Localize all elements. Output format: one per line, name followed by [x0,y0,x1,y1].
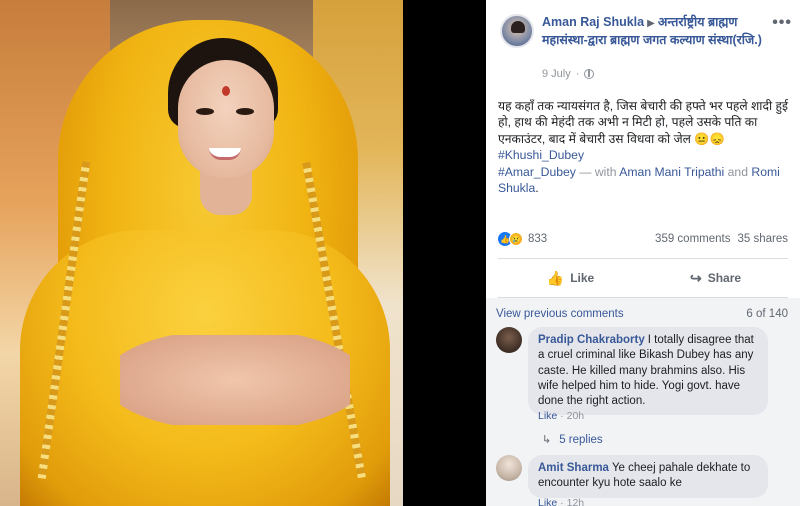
photo-eye [196,108,214,115]
replies-label: 5 replies [559,433,603,446]
lightbox-gap [403,0,486,506]
comment-like-link[interactable]: Like [538,497,557,506]
post-photo[interactable] [0,0,403,506]
comment-bubble: Amit Sharma Ye cheej pahale dekhate to en… [528,455,768,498]
photo-tilak [222,86,230,96]
separator: · [557,410,567,422]
comment-time[interactable]: 12h [567,497,585,506]
photo-eye [236,108,254,115]
comment-like-link[interactable]: Like [538,410,557,422]
commenter-name[interactable]: Pradip Chakraborty [538,334,645,346]
view-replies-link[interactable]: ↳ 5 replies [542,433,603,447]
commenter-avatar[interactable] [496,327,522,353]
separator: · [557,497,567,506]
view-previous-comments-link[interactable]: View previous comments [496,308,624,320]
comments-section: View previous comments 6 of 140 Pradip C… [486,0,800,506]
comment-bubble: Pradip Chakraborty I totally disagree tha… [528,327,768,416]
commenter-name[interactable]: Amit Sharma [538,462,609,474]
comment-meta: Like · 12h [538,497,584,506]
comment-time[interactable]: 20h [567,410,585,422]
comment-meta: Like · 20h [538,410,584,422]
photo-hands [120,335,350,425]
comment-count: 6 of 140 [746,308,788,320]
commenter-avatar[interactable] [496,455,522,481]
reply-arrow-icon: ↳ [542,434,552,446]
photo-face [178,60,274,178]
